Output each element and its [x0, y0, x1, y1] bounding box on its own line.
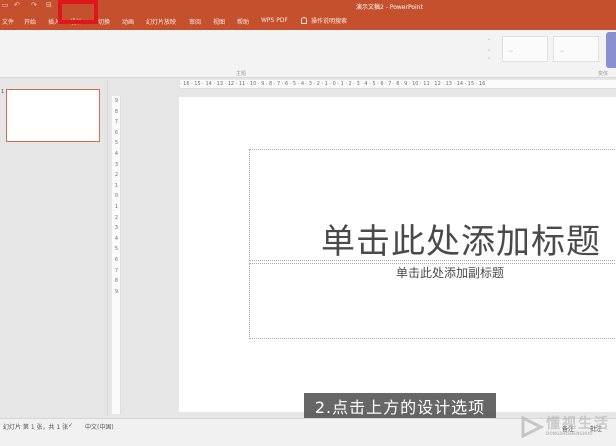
tell-me-search[interactable]: 操作说明搜索 [301, 16, 347, 25]
start-slideshow-icon[interactable]: ⊟ [46, 1, 52, 9]
tab-help[interactable]: 帮助 [237, 17, 249, 26]
slides-panel: 1 [0, 80, 108, 416]
group-label-themes: 主题 [236, 71, 247, 77]
tab-animations[interactable]: 动画 [122, 17, 134, 26]
slide-canvas[interactable]: 单击此处添加标题 单击此处添加副标题 [179, 97, 616, 412]
undo-icon[interactable]: ↶ [14, 1, 20, 9]
subtitle-placeholder-text[interactable]: 单击此处添加副标题 [396, 264, 504, 281]
vertical-ruler-tick: 6 [114, 256, 119, 263]
vertical-ruler-tick: 5 [114, 246, 119, 253]
vertical-ruler-tick: 4 [114, 235, 119, 242]
vertical-ruler-tick: 7 [114, 119, 119, 126]
variant-thumbnail-1[interactable]: Aa [502, 36, 548, 62]
title-placeholder[interactable]: 单击此处添加标题 [249, 149, 616, 263]
title-placeholder-text[interactable]: 单击此处添加标题 [321, 214, 601, 263]
lightbulb-icon [301, 17, 307, 24]
watermark-text: 懂视生活 [546, 416, 610, 432]
variant-thumbnail-3[interactable] [606, 32, 616, 68]
slide-number: 1 [1, 89, 5, 95]
vertical-ruler-tick: 8 [114, 108, 119, 115]
vertical-ruler-tick: 7 [114, 267, 119, 274]
vertical-ruler-tick: 2 [114, 172, 119, 179]
tab-view[interactable]: 视图 [213, 17, 225, 26]
language-indicator[interactable]: 中文(中国) [85, 422, 114, 431]
vertical-ruler-tick: 0 [114, 193, 119, 200]
vertical-ruler-ticks: 9 8 7 6 5 4 3 2 1 0 1 2 3 4 5 6 7 8 9 [113, 96, 120, 297]
vertical-ruler-tick: 8 [114, 278, 119, 285]
watermark: 懂视生活 DONGSHISHENGHUO [520, 412, 616, 442]
tab-file[interactable]: 文件 [2, 17, 14, 26]
window-title: 演示文稿2 - PowerPoint [356, 4, 423, 11]
tab-slideshow[interactable]: 幻灯片放映 [146, 17, 176, 26]
watermark-subtext: DONGSHISHENGHUO [546, 431, 593, 436]
vertical-ruler-tick: 4 [114, 150, 119, 157]
horizontal-ruler: · 16 · 15 · 14 · 13 · 12 · 11 · 10 · 9 ·… [180, 80, 616, 89]
tell-me-label: 操作说明搜索 [311, 18, 348, 25]
vertical-ruler-tick: 5 [114, 140, 119, 147]
chevron-down-icon[interactable]: ⌄ [483, 46, 495, 54]
variant-thumbnail-2[interactable]: Aa [553, 36, 599, 62]
ribbon-body: ⌃ ⌄ ⌄ Aa Aa 主题 变体 [0, 30, 616, 78]
watermark-logo-icon [521, 416, 544, 438]
highlight-box-design-tab [58, 0, 98, 24]
vertical-ruler-tick: 9 [114, 288, 119, 295]
accessibility-icon[interactable]: ✓ [68, 422, 73, 429]
vertical-ruler-tick: 3 [114, 225, 119, 232]
save-icon[interactable]: ▭ [2, 1, 9, 9]
powerpoint-window: ▭ ↶ ↷ ⊟ ▾ 演示文稿2 - PowerPoint 文件 开始 插入 设计… [0, 0, 616, 446]
vertical-ruler-tick: 2 [114, 214, 119, 221]
slide-counter: 幻灯片 第 1 张，共 1 张 [3, 424, 69, 431]
slide-thumbnail[interactable] [6, 89, 100, 142]
vertical-ruler-tick: 1 [114, 203, 119, 210]
vertical-ruler-tick: 6 [114, 129, 119, 136]
vertical-ruler: 9 8 7 6 5 4 3 2 1 0 1 2 3 4 5 6 7 8 9 [112, 96, 121, 414]
vertical-ruler-tick: 9 [114, 98, 119, 104]
more-icon[interactable]: ⌄ [483, 54, 495, 62]
vertical-ruler-tick: 1 [114, 182, 119, 189]
vertical-ruler-tick: 3 [114, 161, 119, 168]
tab-wps-pdf[interactable]: WPS PDF [261, 17, 288, 24]
tab-review[interactable]: 审阅 [189, 17, 201, 26]
subtitle-placeholder[interactable]: 单击此处添加副标题 [249, 263, 616, 339]
tab-transitions[interactable]: 切换 [98, 17, 110, 26]
chevron-up-icon[interactable]: ⌃ [483, 38, 495, 46]
horizontal-ruler-ticks: · 16 · 15 · 14 · 13 · 12 · 11 · 10 · 9 ·… [180, 81, 486, 87]
tab-home[interactable]: 开始 [24, 17, 36, 26]
theme-gallery-scroll[interactable]: ⌃ ⌄ ⌄ [483, 38, 495, 62]
group-label-variants: 变体 [598, 71, 609, 77]
redo-icon[interactable]: ↷ [31, 1, 37, 9]
